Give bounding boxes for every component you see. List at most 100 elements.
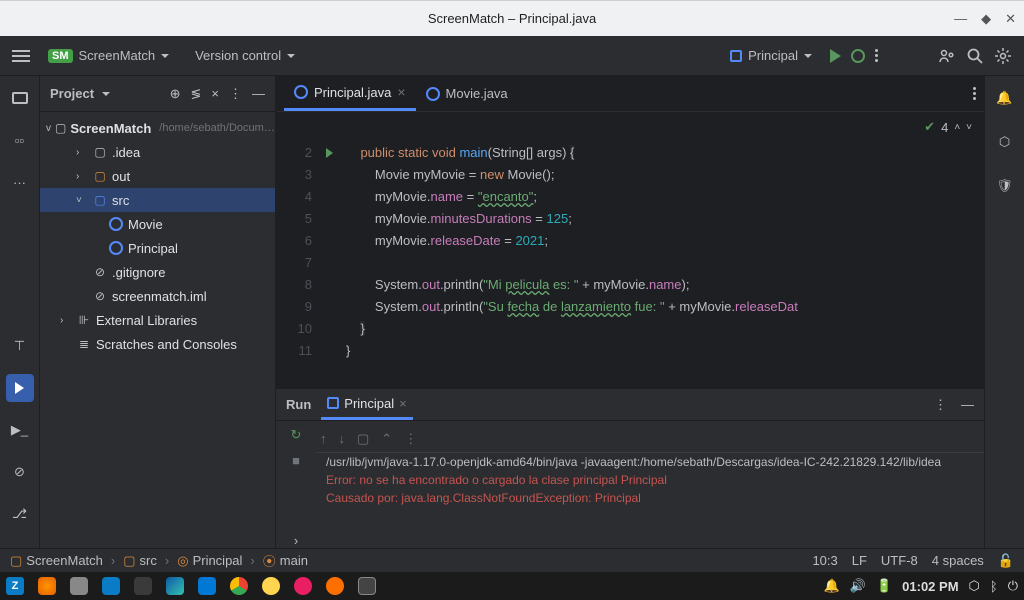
- code-content[interactable]: public static void main(String[] args) {…: [338, 142, 984, 388]
- window-title: ScreenMatch – Principal.java: [428, 11, 596, 26]
- run-tool-button[interactable]: [6, 374, 34, 402]
- editor-tab[interactable]: Principal.java×: [284, 76, 416, 111]
- close-tab-icon[interactable]: ×: [399, 396, 407, 411]
- project-tool-button[interactable]: [6, 84, 34, 112]
- project-tree[interactable]: v ▢ ScreenMatch /home/sebath/Documentos/…: [40, 112, 275, 548]
- line-separator[interactable]: LF: [852, 553, 867, 569]
- line-gutter[interactable]: 234567891011: [276, 142, 320, 388]
- files-icon[interactable]: [70, 577, 88, 595]
- vscode-icon[interactable]: [198, 577, 216, 595]
- class-icon: [426, 87, 440, 101]
- tree-item[interactable]: Movie: [40, 212, 275, 236]
- chevron-down-icon[interactable]: ˅: [966, 122, 972, 133]
- chevron-up-icon[interactable]: ˄: [954, 122, 960, 133]
- tree-item[interactable]: Principal: [40, 236, 275, 260]
- tree-root[interactable]: v ▢ ScreenMatch /home/sebath/Documentos/…: [40, 116, 275, 140]
- code-with-me-icon[interactable]: [938, 47, 956, 65]
- vcs-widget[interactable]: Version control: [187, 44, 303, 67]
- app-icon[interactable]: [262, 577, 280, 595]
- edge-icon[interactable]: [166, 577, 184, 595]
- shield-tool-button[interactable]: 🛡: [991, 172, 1019, 200]
- app-icon[interactable]: [294, 577, 312, 595]
- run-button[interactable]: [830, 49, 841, 63]
- caret-position[interactable]: 10:3: [812, 553, 837, 569]
- project-panel: Project ⊕ ≶ × ⋮ — v ▢ ScreenMatch /home/…: [40, 76, 276, 548]
- camera-icon[interactable]: [102, 577, 120, 595]
- run-output[interactable]: ↑ ↓ ▢ ⌃ ⋮ /usr/lib/jvm/java-1.17.0-openj…: [316, 421, 984, 548]
- intellij-icon[interactable]: [358, 577, 376, 595]
- window-titlebar: ScreenMatch – Principal.java — ◆ ✕: [0, 0, 1024, 36]
- tree-item[interactable]: ⊘screenmatch.iml: [40, 284, 275, 308]
- close-tab-icon[interactable]: ×: [397, 84, 405, 100]
- zorin-start-icon[interactable]: Z: [6, 577, 24, 595]
- more-tool-button[interactable]: ···: [6, 168, 34, 196]
- git-tool-button[interactable]: ⎇: [6, 500, 34, 528]
- ai-tool-button[interactable]: ⬡: [991, 128, 1019, 156]
- output-line: /usr/lib/jvm/java-1.17.0-openjdk-amd64/b…: [316, 453, 984, 471]
- firefox-icon[interactable]: [38, 577, 56, 595]
- expand-all-icon[interactable]: ≶: [191, 86, 202, 102]
- code-editor[interactable]: 234567891011 public static void main(Str…: [276, 142, 984, 388]
- notifications-tool-button[interactable]: 🔔: [991, 84, 1019, 112]
- hide-panel-icon[interactable]: —: [252, 86, 265, 102]
- editor-breadcrumb-strip: ✔ 4 ˄ ˅: [276, 112, 984, 142]
- build-tool-button[interactable]: ⊤: [6, 332, 34, 360]
- volume-icon[interactable]: 🔊: [850, 578, 866, 594]
- maximize-icon[interactable]: ◆: [981, 11, 991, 27]
- inspection-widget[interactable]: ✔ 4 ˄ ˅: [924, 119, 972, 135]
- rerun-icon[interactable]: ↻: [291, 427, 302, 443]
- os-taskbar: Z 🔔 🔊 🔋 01:02 PM ⬡ ᛒ ⏻: [0, 572, 1024, 600]
- settings-icon[interactable]: [994, 47, 1012, 65]
- run-tab[interactable]: Principal ×: [321, 389, 412, 420]
- tree-item[interactable]: ⊘.gitignore: [40, 260, 275, 284]
- tree-item[interactable]: ≣Scratches and Consoles: [40, 332, 275, 356]
- readonly-icon[interactable]: 🔓: [998, 553, 1014, 569]
- text-editor-icon[interactable]: [134, 577, 152, 595]
- screenshot-icon[interactable]: ▢: [357, 431, 369, 447]
- indent-widget[interactable]: 4 spaces: [932, 553, 984, 569]
- tree-item[interactable]: ›⊪External Libraries: [40, 308, 275, 332]
- file-encoding[interactable]: UTF-8: [881, 553, 918, 569]
- up-icon[interactable]: ↑: [320, 431, 327, 446]
- chevron-down-icon[interactable]: [102, 92, 110, 100]
- run-config-selector[interactable]: Principal: [722, 44, 820, 67]
- power-icon[interactable]: ⏻: [1008, 578, 1018, 594]
- structure-tool-button[interactable]: ▫▫: [6, 126, 34, 154]
- debug-button[interactable]: [851, 49, 865, 63]
- nav-breadcrumb[interactable]: ▢ ScreenMatch›▢ src›◎ Principal›⦿ main: [10, 551, 308, 570]
- panel-options-icon[interactable]: ⋮: [229, 86, 242, 102]
- run-panel-header: Run Principal × ⋮ —: [276, 389, 984, 421]
- minimize-icon[interactable]: —: [954, 11, 967, 27]
- tray-icon[interactable]: ⬡: [969, 578, 980, 594]
- search-icon[interactable]: [966, 47, 984, 65]
- main-menu-icon[interactable]: [12, 50, 30, 62]
- clock[interactable]: 01:02 PM: [902, 579, 958, 594]
- chevron-right-icon[interactable]: ›: [294, 533, 298, 548]
- problems-tool-button[interactable]: ⊘: [6, 458, 34, 486]
- editor-tab[interactable]: Movie.java: [416, 76, 518, 111]
- tree-item[interactable]: ›▢out: [40, 164, 275, 188]
- more-actions-icon[interactable]: [875, 49, 878, 62]
- right-tool-rail: 🔔 ⬡ 🛡: [984, 76, 1024, 548]
- project-selector[interactable]: SM ScreenMatch: [40, 44, 177, 67]
- close-icon[interactable]: ✕: [1005, 11, 1016, 27]
- run-options-icon[interactable]: ⋮: [934, 397, 947, 413]
- down-icon[interactable]: ↓: [339, 431, 346, 446]
- gutter-icons[interactable]: [320, 142, 338, 388]
- collapse-all-icon[interactable]: ×: [211, 86, 219, 102]
- app-icon[interactable]: [326, 577, 344, 595]
- select-opened-icon[interactable]: ⊕: [170, 86, 181, 102]
- stop-icon[interactable]: ■: [292, 453, 300, 468]
- battery-icon[interactable]: 🔋: [876, 578, 892, 594]
- tab-options-icon[interactable]: [973, 87, 976, 100]
- tree-item[interactable]: ›▢.idea: [40, 140, 275, 164]
- chevron-down-icon: [161, 54, 169, 62]
- tree-item[interactable]: ˅▢src: [40, 188, 275, 212]
- bluetooth-icon[interactable]: ᛒ: [990, 579, 998, 594]
- output-options-icon[interactable]: ⋮: [404, 431, 417, 447]
- hide-run-panel-icon[interactable]: —: [961, 397, 974, 413]
- filter-icon[interactable]: ⌃: [381, 431, 392, 447]
- chrome-icon[interactable]: [230, 577, 248, 595]
- terminal-tool-button[interactable]: ▶_: [6, 416, 34, 444]
- notification-tray-icon[interactable]: 🔔: [824, 578, 840, 594]
